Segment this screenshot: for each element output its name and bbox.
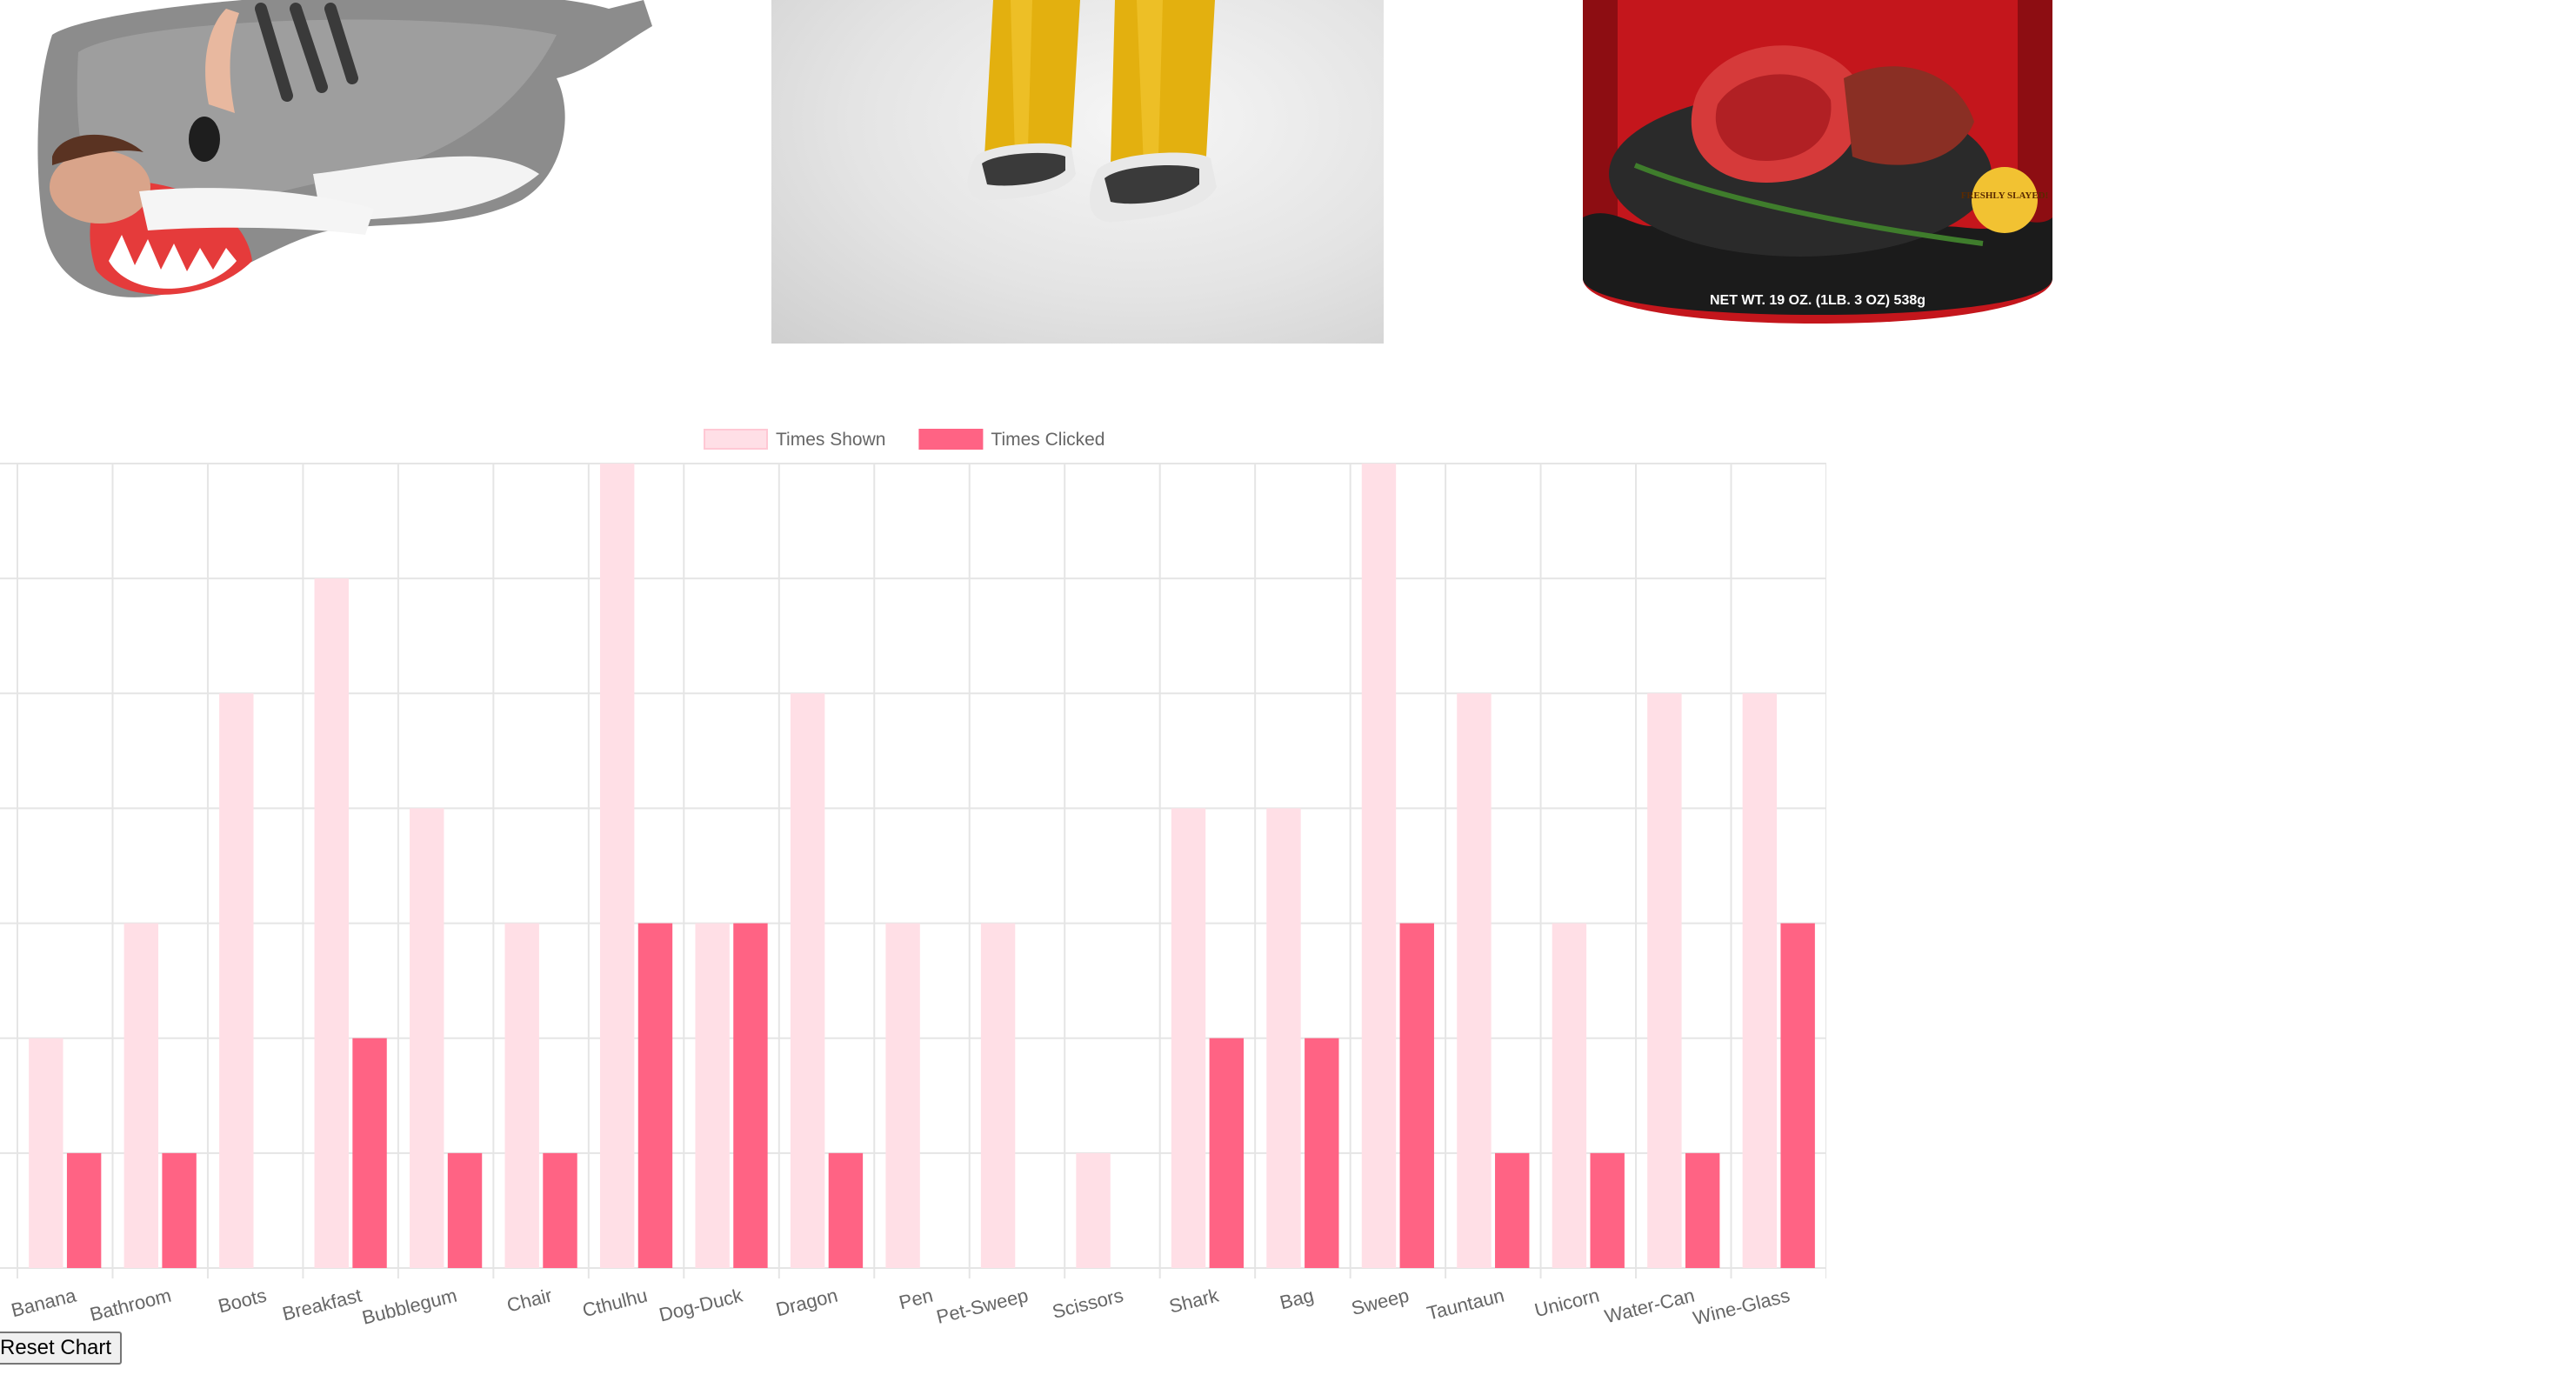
bar-dog-duck (695, 923, 730, 1268)
x-tick-label: Sweep (1349, 1285, 1411, 1320)
bar-cthulhu (599, 464, 635, 1268)
votes-bar-chart: Banana Bathroom Boots Breakfast Bubblegum Cha… (0, 409, 1826, 1331)
x-tick-label: Dragon (774, 1285, 840, 1321)
bar-cthulhu (637, 923, 673, 1268)
meat-can-image[interactable]: FRESHLY SLAYED! NET WT. 19 OZ. (1LB. 3 O… (1565, 0, 2070, 330)
bar-bathroom (123, 923, 159, 1268)
bar-sweep (1361, 464, 1397, 1268)
bar-chair (543, 1152, 577, 1268)
legend-swatch (918, 429, 984, 450)
bar-unicorn (1552, 923, 1587, 1268)
bar-boots (219, 693, 254, 1268)
bar-unicorn (1590, 1152, 1625, 1268)
shark-illustration (37, 0, 652, 297)
bar-dragon (828, 1152, 864, 1268)
bar-chair (504, 923, 539, 1268)
meat-net-weight-label: NET WT. 19 OZ. (1LB. 3 OZ) 538g (1710, 293, 1925, 308)
x-tick-label: Shark (1167, 1284, 1222, 1317)
x-tick-label: Boots (216, 1285, 269, 1318)
bar-shark (1209, 1038, 1245, 1268)
bar-dog-duck (733, 923, 768, 1268)
x-tick-label: Breakfast (280, 1285, 364, 1325)
x-tick-label: Water-Can (1603, 1285, 1697, 1328)
bar-dragon (790, 693, 825, 1268)
bar-bubblegum (447, 1152, 483, 1268)
x-tick-label: Bathroom (88, 1285, 174, 1325)
meat-can-illustration: FRESHLY SLAYED! NET WT. 19 OZ. (1LB. 3 O… (1583, 0, 2052, 324)
bar-banana (66, 1152, 102, 1268)
bar-scissors (1076, 1152, 1111, 1268)
x-tick-label: Pen (897, 1285, 935, 1314)
bar-banana (29, 1038, 63, 1268)
reset-chart-button[interactable]: Reset Chart (0, 1332, 123, 1365)
bar-bubblegum (410, 808, 444, 1268)
chart-legend: Times Shown Times Clicked (704, 429, 1104, 450)
bar-wine-glass (1742, 693, 1778, 1268)
bar-wine-glass (1780, 923, 1815, 1268)
x-tick-label: Cthulhu (580, 1285, 650, 1322)
x-tick-label: Chair (504, 1285, 554, 1317)
x-tick-label: Dog-Duck (657, 1284, 745, 1325)
bar-tauntaun (1495, 1152, 1530, 1268)
bar-shark (1171, 808, 1206, 1268)
bar-bathroom (162, 1152, 197, 1268)
bar-water-can (1647, 693, 1682, 1268)
boots-illustration (967, 0, 1217, 223)
x-tick-label: Pet-Sweep (934, 1285, 1030, 1328)
legend-label: Times Shown (776, 430, 885, 450)
bar-water-can (1685, 1152, 1720, 1268)
legend-swatch (704, 429, 768, 450)
bar-breakfast (352, 1038, 387, 1268)
page: FRESHLY SLAYED! NET WT. 19 OZ. (1LB. 3 O… (0, 0, 2576, 1395)
boots-image[interactable] (771, 0, 1384, 344)
chart-svg: Banana Bathroom Boots BreakfastBubblegum Cha… (0, 429, 1826, 1330)
bar-pet-sweep (980, 923, 1016, 1268)
bar-breakfast (314, 578, 349, 1268)
bar-sweep (1399, 923, 1434, 1268)
x-tick-label: Bag (1278, 1285, 1316, 1314)
x-tick-label: Unicorn (1532, 1285, 1602, 1322)
bar-bag (1305, 1038, 1339, 1268)
bar-tauntaun (1457, 693, 1492, 1268)
x-tick-label: Bubblegum (360, 1285, 459, 1329)
legend-label: Times Clicked (991, 430, 1104, 450)
bar-bag (1266, 808, 1301, 1268)
bar-pen (885, 923, 920, 1268)
series-times-shown (29, 464, 1778, 1268)
meat-badge-text: FRESHLY SLAYED! (1961, 190, 2049, 201)
shark-sleeping-bag-image[interactable] (0, 0, 661, 348)
x-tick-label: Banana (9, 1284, 78, 1321)
x-tick-label: Tauntaun (1425, 1285, 1506, 1325)
x-tick-label: Wine-Glass (1691, 1285, 1792, 1330)
x-tick-label: Scissors (1050, 1285, 1125, 1323)
